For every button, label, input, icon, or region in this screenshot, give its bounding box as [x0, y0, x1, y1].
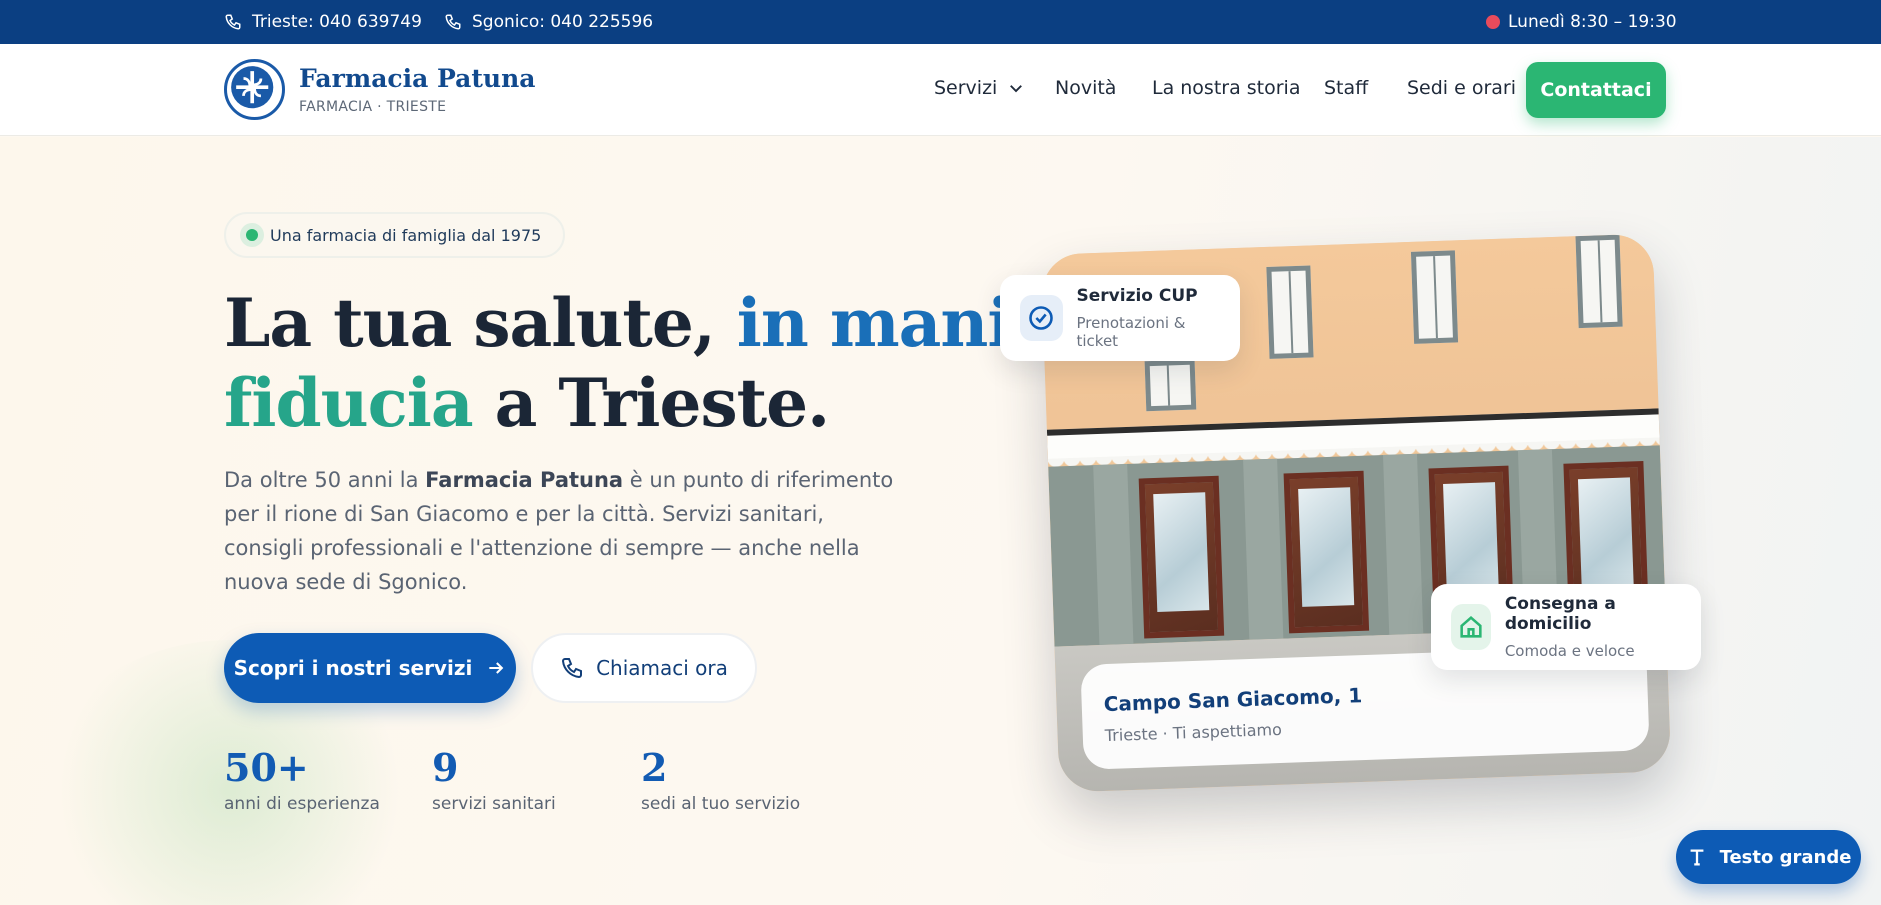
- window: [1575, 234, 1623, 329]
- opening-hours-text: Lunedì 8:30 – 19:30: [1508, 12, 1677, 32]
- top-info-bar: Trieste: 040 639749 Sgonico: 040 225596 …: [0, 0, 1881, 44]
- phone-trieste[interactable]: Trieste: 040 639749: [224, 0, 422, 44]
- cup-service-card: Servizio CUP Prenotazioni & ticket: [1000, 275, 1240, 361]
- brand-tagline: FARMACIA · TRIESTE: [299, 99, 447, 115]
- nav-sedi-orari[interactable]: Sedi e orari: [1407, 77, 1516, 99]
- stat-services-label: servizi sanitari: [432, 794, 556, 814]
- phone-icon: [562, 658, 583, 679]
- opening-hours: Lunedì 8:30 – 19:30: [1486, 0, 1677, 44]
- nav-servizi[interactable]: Servizi: [934, 77, 1025, 99]
- nav-servizi-label: Servizi: [934, 77, 998, 99]
- chevron-down-icon: [1010, 85, 1023, 93]
- large-text-toggle[interactable]: Testo grande: [1676, 830, 1861, 884]
- phone-trieste-text: Trieste: 040 639749: [252, 12, 422, 32]
- home-delivery-card: Consegna a domicilio Comoda e veloce: [1431, 584, 1701, 670]
- window: [1144, 359, 1197, 412]
- window: [1410, 250, 1459, 344]
- hero-description: Da oltre 50 anni la Farmacia Patuna è un…: [224, 463, 904, 599]
- status-dot: [1486, 15, 1500, 29]
- stat-services-value: 9: [432, 745, 459, 790]
- phone-icon: [225, 14, 241, 30]
- nav-novita[interactable]: Novità: [1055, 77, 1116, 99]
- home-icon: [1451, 604, 1491, 650]
- family-badge: Una farmacia di famiglia dal 1975: [224, 212, 566, 258]
- phone-sgonico[interactable]: Sgonico: 040 225596: [444, 0, 653, 44]
- address-subtitle: Trieste · Ti aspettiamo: [1104, 719, 1283, 746]
- stat-years-value: 50+: [224, 745, 309, 790]
- cup-subtitle: Prenotazioni & ticket: [1076, 314, 1186, 350]
- call-now-button[interactable]: Chiamaci ora: [531, 633, 757, 703]
- lead-brand: Farmacia Patuna: [425, 468, 624, 492]
- address-title: Campo San Giacomo, 1: [1103, 683, 1363, 717]
- stat-years: 50+ anni di esperienza: [224, 745, 380, 814]
- delivery-title: Consegna a domicilio: [1504, 594, 1616, 634]
- cup-title: Servizio CUP: [1076, 286, 1198, 306]
- discover-services-button[interactable]: Scopri i nostri servizi: [224, 633, 516, 703]
- discover-services-label: Scopri i nostri servizi: [233, 656, 473, 680]
- stat-years-label: anni di esperienza: [224, 794, 380, 814]
- nav-staff[interactable]: Staff: [1324, 77, 1368, 99]
- delivery-subtitle: Comoda e veloce: [1504, 642, 1635, 660]
- main-header: Farmacia Patuna FARMACIA · TRIESTE Servi…: [0, 44, 1881, 136]
- large-text-label: Testo grande: [1719, 846, 1852, 868]
- nav-storia[interactable]: La nostra storia: [1152, 77, 1300, 99]
- hero-title: La tua salute, in mani di fiducia a Trie…: [224, 283, 1104, 443]
- arrow-right-icon: [489, 662, 504, 674]
- text-size-icon: [1690, 849, 1703, 866]
- badge-text: Una farmacia di famiglia dal 1975: [270, 225, 542, 245]
- window: [1266, 265, 1314, 359]
- stat-locations-label: sedi al tuo servizio: [641, 794, 801, 814]
- phone-sgonico-text: Sgonico: 040 225596: [472, 12, 654, 32]
- stat-locations: 2 sedi al tuo servizio: [641, 745, 800, 814]
- stat-services: 9 servizi sanitari: [432, 745, 556, 814]
- phone-icon: [445, 14, 461, 30]
- brand-logo[interactable]: Farmacia Patuna FARMACIA · TRIESTE: [224, 59, 535, 120]
- pharmacy-logo-icon: [224, 59, 285, 120]
- lead-part1: Da oltre 50 anni la: [224, 468, 426, 492]
- hero-title-part3: fiducia: [224, 364, 474, 442]
- hero-title-part1: La tua salute,: [224, 284, 737, 362]
- badge-dot-icon: [246, 229, 258, 241]
- call-now-label: Chiamaci ora: [596, 656, 728, 680]
- check-circle-icon: [1020, 295, 1063, 341]
- stat-locations-value: 2: [641, 745, 668, 790]
- contact-button[interactable]: Contattaci: [1526, 62, 1666, 118]
- hero-title-part4: a Trieste.: [472, 364, 831, 442]
- brand-name: Farmacia Patuna: [299, 64, 536, 93]
